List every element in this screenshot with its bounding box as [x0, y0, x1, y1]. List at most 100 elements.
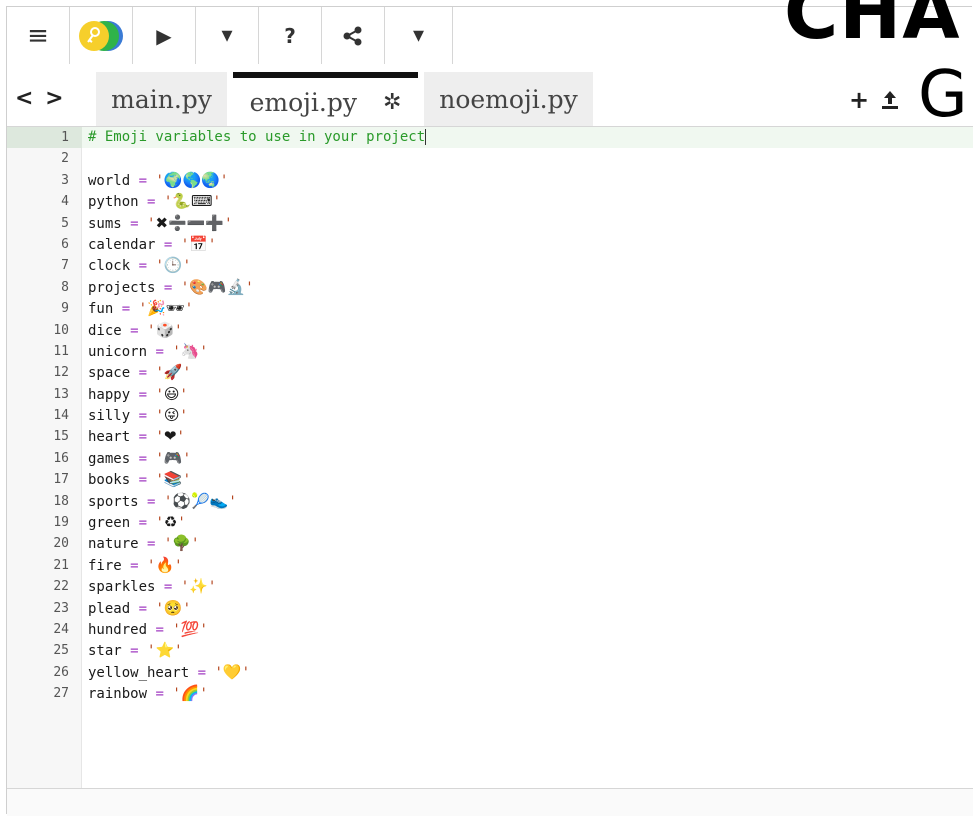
help-button[interactable]: ? [259, 7, 322, 64]
code-line[interactable]: 6 calendar = '📅' [7, 234, 973, 255]
share-button[interactable] [322, 7, 385, 64]
share-options-dropdown[interactable]: ▾ [385, 7, 453, 64]
code-line[interactable]: 14 silly = '😜' [7, 405, 973, 426]
code-text: sparkles = '✨' [88, 576, 216, 598]
variable-name: calendar [88, 236, 156, 253]
assign-operator: = [130, 258, 156, 275]
assign-operator: = [147, 343, 173, 360]
file-tabs: < > main.py emoji.py ✲ noemoji.py + [7, 64, 973, 126]
tab-noemoji-py[interactable]: noemoji.py [424, 72, 593, 126]
code-line[interactable]: 15 heart = '❤' [7, 426, 973, 447]
line-number: 13 [53, 386, 69, 402]
line-number: 8 [61, 279, 69, 295]
upload-icon[interactable] [879, 89, 901, 111]
string-quote: ' [179, 408, 188, 425]
emoji-string: 🕒 [163, 256, 183, 275]
code-line[interactable]: 8 projects = '🎨🎮🔬' [7, 277, 973, 298]
line-number: 19 [53, 515, 69, 531]
code-line[interactable]: 21 fire = '🔥' [7, 555, 973, 576]
line-number: 5 [61, 215, 69, 231]
run-options-dropdown[interactable]: ▾ [196, 7, 259, 64]
variable-name: rainbow [88, 686, 148, 703]
code-line[interactable]: 24 hundred = '💯' [7, 619, 973, 640]
code-text: projects = '🎨🎮🔬' [88, 277, 254, 299]
code-editor[interactable]: 1 # Emoji variables to use in your proje… [7, 126, 973, 789]
code-line[interactable]: 27 rainbow = '🌈' [7, 683, 973, 704]
variable-name: silly [88, 408, 131, 425]
assign-operator: = [155, 236, 181, 253]
string-quote: ' [224, 215, 233, 232]
string-quote: ' [219, 172, 229, 189]
string-quote: ' [155, 450, 164, 467]
emoji-string: ⚽🎾👟 [172, 491, 229, 510]
line-number: 4 [61, 194, 69, 210]
string-quote: ' [174, 557, 183, 574]
code-line[interactable]: 11 unicorn = '🦄' [7, 341, 973, 362]
code-line[interactable]: 25 star = '⭐' [7, 640, 973, 661]
code-line[interactable]: 7 clock = '🕒' [7, 255, 973, 276]
code-line[interactable]: 9 fun = '🎉🕶' [7, 298, 973, 319]
string-quote: ' [214, 664, 223, 681]
gear-icon[interactable]: ✲ [383, 90, 401, 115]
variable-name: green [88, 515, 131, 532]
code-line[interactable]: 4 python = '🐍⌨' [7, 191, 973, 212]
emoji-string: 😜 [163, 406, 180, 425]
tab-main-py[interactable]: main.py [96, 72, 227, 126]
overlay-letter: G [918, 58, 968, 132]
code-line[interactable]: 17 books = '📚' [7, 469, 973, 490]
variable-name: games [88, 450, 131, 467]
line-number: 17 [53, 472, 69, 488]
line-number: 25 [53, 643, 69, 659]
emoji-string: 🔥 [155, 555, 175, 574]
menu-icon: ≡ [27, 20, 49, 51]
menu-button[interactable]: ≡ [7, 7, 70, 64]
string-quote: ' [207, 236, 217, 253]
overlay-heading: CHA [784, 0, 961, 56]
code-text: space = '🚀' [88, 362, 191, 384]
string-quote: ' [180, 279, 190, 296]
assign-operator: = [130, 365, 156, 382]
emoji-string: 🦄 [180, 341, 200, 360]
code-line[interactable]: 22 sparkles = '✨' [7, 576, 973, 597]
code-line[interactable]: 5 sums = '✖➗➖➕' [7, 213, 973, 234]
code-line[interactable]: 26 yellow_heart = '💛' [7, 662, 973, 683]
emoji-string: 🌈 [180, 684, 200, 703]
code-line[interactable]: 10 dice = '🎲' [7, 320, 973, 341]
code-line[interactable]: 3 world = '🌍🌎🌏' [7, 170, 973, 191]
add-file-button[interactable]: + [849, 86, 869, 114]
code-line[interactable]: 18 sports = '⚽🎾👟' [7, 491, 973, 512]
string-quote: ' [182, 450, 192, 467]
line-number: 14 [53, 408, 69, 424]
tab-label: noemoji.py [439, 84, 578, 114]
code-text: world = '🌍🌎🌏' [88, 170, 228, 192]
chevron-left-icon[interactable]: < [15, 86, 35, 111]
code-text: books = '📚' [88, 469, 191, 491]
code-comment: # Emoji variables to use in your project [88, 129, 426, 145]
variable-name: sports [88, 493, 139, 510]
assign-operator: = [130, 515, 156, 532]
code-line[interactable]: 19 green = '♻' [7, 512, 973, 533]
code-line[interactable]: 13 happy = '😃' [7, 384, 973, 405]
string-quote: ' [172, 343, 181, 360]
code-line[interactable]: 12 space = '🚀' [7, 362, 973, 383]
account-button[interactable] [70, 7, 133, 64]
code-line[interactable]: 23 plead = '🥺' [7, 598, 973, 619]
emoji-string: ⭐ [155, 641, 175, 660]
tab-emoji-py[interactable]: emoji.py ✲ [233, 72, 418, 126]
line-number: 15 [53, 429, 69, 445]
code-text: hundred = '💯' [88, 619, 208, 641]
string-quote: ' [176, 429, 185, 446]
string-quote: ' [199, 343, 208, 360]
tab-label: emoji.py [249, 87, 357, 117]
chevron-right-icon[interactable]: > [45, 86, 65, 111]
code-line[interactable]: 16 games = '🎮' [7, 448, 973, 469]
string-quote: ' [207, 579, 217, 596]
run-button[interactable]: ▶ [133, 7, 196, 64]
code-line[interactable]: 2 [7, 148, 973, 169]
string-quote: ' [182, 600, 192, 617]
share-icon [343, 26, 362, 45]
code-line[interactable]: 20 nature = '🌳' [7, 533, 973, 554]
code-line[interactable]: 1 # Emoji variables to use in your proje… [7, 127, 973, 149]
code-text: star = '⭐' [88, 640, 183, 662]
tab-scroll-arrows[interactable]: < > [15, 86, 66, 111]
